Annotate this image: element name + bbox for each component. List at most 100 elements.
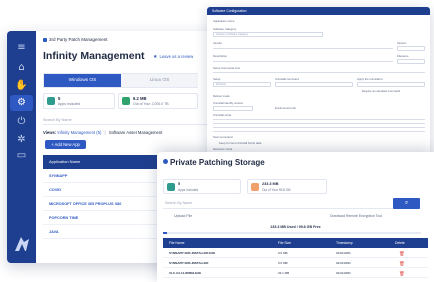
uninstall-command-label: Uninstall command xyxy=(275,77,299,81)
apps-icon xyxy=(47,97,55,105)
home-icon[interactable]: ⌂ xyxy=(15,61,28,74)
add-new-app-button[interactable]: + Add New App xyxy=(45,140,86,149)
upload-file-link[interactable]: Upload File xyxy=(174,214,192,218)
storage-card: 6.2 MB Out of Your 2,000.0 TB xyxy=(118,93,198,109)
file-name: SYNNAPP-SDK-INSTALLER xyxy=(169,261,209,265)
file-time: 12:00:57 xyxy=(339,261,351,265)
breadcrumb-icon xyxy=(43,37,47,42)
script-line xyxy=(213,123,425,125)
tab-windows-os[interactable]: Windows OS xyxy=(44,74,121,87)
table-row: VLC-3.0.11-WIN64.EXE 33.1 MB 02.11.2021 1… xyxy=(163,269,428,278)
script-line xyxy=(213,119,425,121)
setup-command-line-field[interactable] xyxy=(213,72,425,74)
scan-command-label: Scan command xyxy=(213,135,233,139)
storage-used-value: 233.3 MB xyxy=(262,182,279,186)
setup-label: Setup xyxy=(213,77,221,81)
detection-script-label: Detection script xyxy=(213,147,233,151)
search-icon: ⌕ xyxy=(404,200,409,206)
filename-label: Filename xyxy=(397,54,409,58)
views-prefix: Views: xyxy=(43,130,57,135)
reboot-mode-label: Reboot mode xyxy=(213,94,230,98)
power-icon[interactable]: ⏻ xyxy=(15,115,28,128)
apply-to-label: Apply the uninstall to xyxy=(357,77,383,81)
storage-used-card: 233.3 MB Out of Your 99.8 GB xyxy=(247,179,327,194)
table-row: SYNNAPP-SDK-INSTALLER 0.0 MB 02.11.2021 1… xyxy=(163,259,428,268)
trash-icon[interactable]: 🗑 xyxy=(399,269,405,278)
col-timestamp[interactable]: Timestamp xyxy=(336,238,353,248)
file-name: SYNNAPP-SDK-INSTALLER.EXE xyxy=(169,251,216,255)
breadcrumb-label: 3rd Party Patch Management xyxy=(49,37,108,42)
page-title: Infinity Management xyxy=(43,50,145,62)
menu-icon[interactable]: ≡ xyxy=(15,41,28,54)
view-infinity-management[interactable]: Infinity Management (5) xyxy=(57,130,101,135)
file-time: 09:11:51 xyxy=(339,251,351,255)
leave-review-link[interactable]: ★ Leave us a review xyxy=(153,54,193,60)
script-line xyxy=(213,131,425,133)
vendor-label: Vendor xyxy=(213,41,222,45)
description-field[interactable] xyxy=(213,61,393,63)
search-button[interactable]: ⌕ xyxy=(393,198,420,209)
software-category-label: Software Category xyxy=(213,27,237,31)
storage-apps-card: 5 Apps Included xyxy=(163,179,241,194)
storage-value: 6.2 MB xyxy=(133,96,147,101)
apply-to-field[interactable] xyxy=(357,82,425,87)
storage-title: Private Patching Storage xyxy=(163,158,265,167)
vendor-field[interactable] xyxy=(213,48,393,50)
breadcrumb[interactable]: 3rd Party Patch Management xyxy=(43,37,108,42)
uninstall-identify-field[interactable] xyxy=(213,106,253,111)
os-tabs: Windows OS Linux OS xyxy=(43,73,198,88)
apps-icon xyxy=(167,183,175,191)
storage-title-label: Private Patching Storage xyxy=(170,158,265,167)
private-patching-storage-window: Private Patching Storage 5 Apps Included… xyxy=(157,152,434,282)
add-new-app-label: Add New App xyxy=(54,142,80,147)
uninstall-identify-label: Uninstall identify version xyxy=(213,101,244,105)
table-row: SYNNAPP-SDK-INSTALLER.EXE 0.0 MB 02.11.2… xyxy=(163,249,428,258)
environment-info-label: Environment info xyxy=(275,106,296,110)
uninstall-script-label: Uninstall script xyxy=(213,113,232,117)
version-field[interactable] xyxy=(397,46,425,51)
uninstall-command-field[interactable] xyxy=(275,82,353,87)
download-encryption-tool-link[interactable]: Download Remote Encryption Tool xyxy=(330,214,382,218)
apps-included-card: 5 Apps Included xyxy=(43,93,115,109)
trash-icon[interactable]: 🗑 xyxy=(399,249,405,258)
apps-count: 5 xyxy=(58,96,61,101)
brand-logo-icon xyxy=(15,237,29,251)
col-delete: Delete xyxy=(395,241,405,245)
col-file-name[interactable]: File Name xyxy=(169,238,184,248)
keep-scan-option[interactable]: Keep Current Uninstall Script data xyxy=(219,141,261,145)
storage-icon xyxy=(122,97,130,105)
disk-icon xyxy=(251,183,259,191)
trash-icon[interactable]: 🗑 xyxy=(399,259,405,268)
file-size: 0.0 MB xyxy=(278,261,288,265)
file-name: VLC-3.0.11-WIN64.EXE xyxy=(169,271,202,275)
storage-usage-fill xyxy=(163,232,167,234)
storage-apps-label: Apps Included xyxy=(178,188,199,192)
storage-search-input[interactable]: Search By Name xyxy=(163,198,399,209)
gear-icon[interactable]: ⚙ xyxy=(10,95,33,111)
storage-label: Out of Your 2,000.0 TB xyxy=(133,102,169,106)
storage-used-label: Out of Your 99.8 GB xyxy=(262,188,291,192)
filename-field[interactable] xyxy=(397,59,425,64)
description-label: Description xyxy=(213,54,227,58)
info-icon xyxy=(163,159,168,164)
view-software-asset-management[interactable]: Software Asset Management xyxy=(109,130,163,135)
tab-linux-os[interactable]: Linux OS xyxy=(121,74,198,87)
review-label: Leave us a review xyxy=(159,54,194,59)
views-separator: | xyxy=(104,130,106,135)
storage-usage-text: 233.3 MB Used / 99.8 GB Free xyxy=(270,225,321,229)
monitor-icon[interactable]: ▭ xyxy=(15,149,28,162)
apps-label: Apps Included xyxy=(58,102,81,106)
views-bar: Views: Infinity Management (5) | Softwar… xyxy=(43,130,162,135)
settings-icon[interactable]: ✲ xyxy=(15,133,28,146)
hand-icon[interactable]: ✋ xyxy=(15,79,28,92)
file-size: 0.0 MB xyxy=(278,251,288,255)
software-category-select[interactable]: Choose a Software Category xyxy=(213,32,323,37)
require-elevated-option[interactable]: Require an elevated command xyxy=(362,89,400,93)
setup-command-line-label: Setup Command Line xyxy=(213,66,241,70)
storage-usage-bar xyxy=(163,232,421,234)
col-file-size[interactable]: File Size xyxy=(278,238,291,248)
file-size: 33.1 MB xyxy=(278,271,290,275)
star-icon: ★ xyxy=(153,54,158,60)
script-line xyxy=(213,127,425,129)
setup-select[interactable]: Windows xyxy=(213,82,271,87)
